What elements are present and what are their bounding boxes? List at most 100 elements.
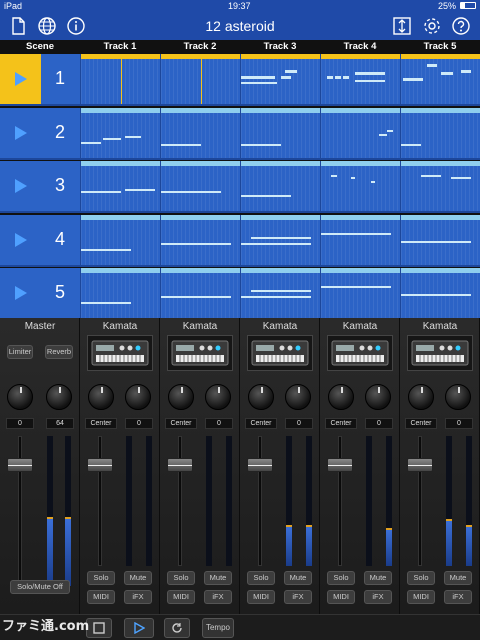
reverb-button[interactable]: Reverb [45,345,73,359]
play-button[interactable] [124,618,154,638]
midi-button[interactable]: MIDI [167,590,195,604]
scene-launch-5[interactable]: 5 [0,268,80,320]
ifx-button[interactable]: iFX [204,590,232,604]
track-header-3[interactable]: Track 3 [240,40,320,54]
ifx-button[interactable]: iFX [364,590,392,604]
volume-fader[interactable] [87,458,113,472]
scene-play-area[interactable] [0,268,41,318]
pan-knob[interactable] [328,384,354,410]
tempo-button[interactable]: Tempo [202,618,234,638]
clip-scene2-track3[interactable] [240,107,320,160]
clip-scene5-track3[interactable] [240,268,320,320]
pan-knob[interactable] [248,384,274,410]
master-knob-right[interactable] [46,384,72,410]
clip-scene5-track1[interactable] [80,268,160,320]
scene-play-area[interactable] [0,108,41,158]
scene-launch-3[interactable]: 3 [0,161,80,213]
mute-button[interactable]: Mute [124,571,152,585]
midi-button[interactable]: MIDI [247,590,275,604]
globe-icon[interactable] [37,16,57,36]
ifx-button[interactable]: iFX [284,590,312,604]
clip-scene4-track3[interactable] [240,214,320,267]
instrument-thumbnail[interactable] [167,335,233,371]
track-header-5[interactable]: Track 5 [400,40,480,54]
instrument-thumbnail[interactable] [87,335,153,371]
channel-strip-1: Kamata Center 0 Solo Mute MIDI iFX [80,318,160,614]
scene-play-area[interactable] [0,54,41,104]
mute-button[interactable]: Mute [444,571,472,585]
clip-scene3-track5[interactable] [400,161,480,213]
clip-scene3-track2[interactable] [160,161,240,213]
send-knob[interactable] [445,384,471,410]
midi-button[interactable]: MIDI [87,590,115,604]
clip-scene2-track2[interactable] [160,107,240,160]
instrument-thumbnail[interactable] [407,335,473,371]
send-knob[interactable] [365,384,391,410]
clip-scene5-track5[interactable] [400,268,480,320]
solo-button[interactable]: Solo [407,571,435,585]
pan-knob[interactable] [408,384,434,410]
ifx-button[interactable]: iFX [444,590,472,604]
clip-scene2-track5[interactable] [400,107,480,160]
track-header-1[interactable]: Track 1 [80,40,160,54]
send-knob[interactable] [205,384,231,410]
clip-scene3-track3[interactable] [240,161,320,213]
scene-launch-2[interactable]: 2 [0,107,80,160]
master-fader[interactable] [7,458,33,472]
send-knob[interactable] [285,384,311,410]
send-knob[interactable] [125,384,151,410]
scene-launch-1[interactable]: 1 [0,54,80,106]
clip-scene1-track1[interactable] [80,54,160,106]
clip-scene2-track1[interactable] [80,107,160,160]
master-knob-left[interactable] [7,384,33,410]
clip-scene1-track5[interactable] [400,54,480,106]
solo-button[interactable]: Solo [327,571,355,585]
limiter-button[interactable]: Limiter [7,345,33,359]
instrument-thumbnail[interactable] [247,335,313,371]
volume-fader[interactable] [327,458,353,472]
solo-button[interactable]: Solo [87,571,115,585]
clip-scene4-track5[interactable] [400,214,480,267]
master-meter-left-peak [47,516,53,519]
ifx-button[interactable]: iFX [124,590,152,604]
solo-mute-off-button[interactable]: Solo/Mute Off [10,580,70,594]
help-icon[interactable] [451,16,471,36]
scene-launch-4[interactable]: 4 [0,214,80,267]
clip-scene4-track1[interactable] [80,214,160,267]
loop-button[interactable] [164,618,190,638]
instrument-thumbnail[interactable] [327,335,393,371]
midi-button[interactable]: MIDI [407,590,435,604]
clip-scene1-track2[interactable] [160,54,240,106]
clip-scene2-track4[interactable] [320,107,400,160]
clip-scene3-track4[interactable] [320,161,400,213]
scene-play-area[interactable] [0,215,41,265]
volume-fader[interactable] [247,458,273,472]
volume-fader[interactable] [407,458,433,472]
pan-knob[interactable] [168,384,194,410]
clip-scene3-track1[interactable] [80,161,160,213]
resize-vertical-icon[interactable] [392,16,412,36]
track-header-2[interactable]: Track 2 [160,40,240,54]
clip-scene5-track2[interactable] [160,268,240,320]
solo-button[interactable]: Solo [247,571,275,585]
solo-button[interactable]: Solo [167,571,195,585]
clip-scene1-track4[interactable] [320,54,400,106]
mute-button[interactable]: Mute [364,571,392,585]
mute-button[interactable]: Mute [284,571,312,585]
volume-fader[interactable] [167,458,193,472]
track-header-4[interactable]: Track 4 [320,40,400,54]
gear-icon[interactable] [422,16,442,36]
mute-button[interactable]: Mute [204,571,232,585]
document-icon[interactable] [8,16,28,36]
midi-button[interactable]: MIDI [327,590,355,604]
synth-image-icon [91,340,149,366]
scene-play-area[interactable] [0,161,41,211]
clip-scene5-track4[interactable] [320,268,400,320]
clip-scene1-track3[interactable] [240,54,320,106]
info-icon[interactable] [66,16,86,36]
meter-right-level [466,527,472,566]
pan-knob[interactable] [88,384,114,410]
stop-button[interactable] [86,618,112,638]
clip-scene4-track4[interactable] [320,214,400,267]
clip-scene4-track2[interactable] [160,214,240,267]
